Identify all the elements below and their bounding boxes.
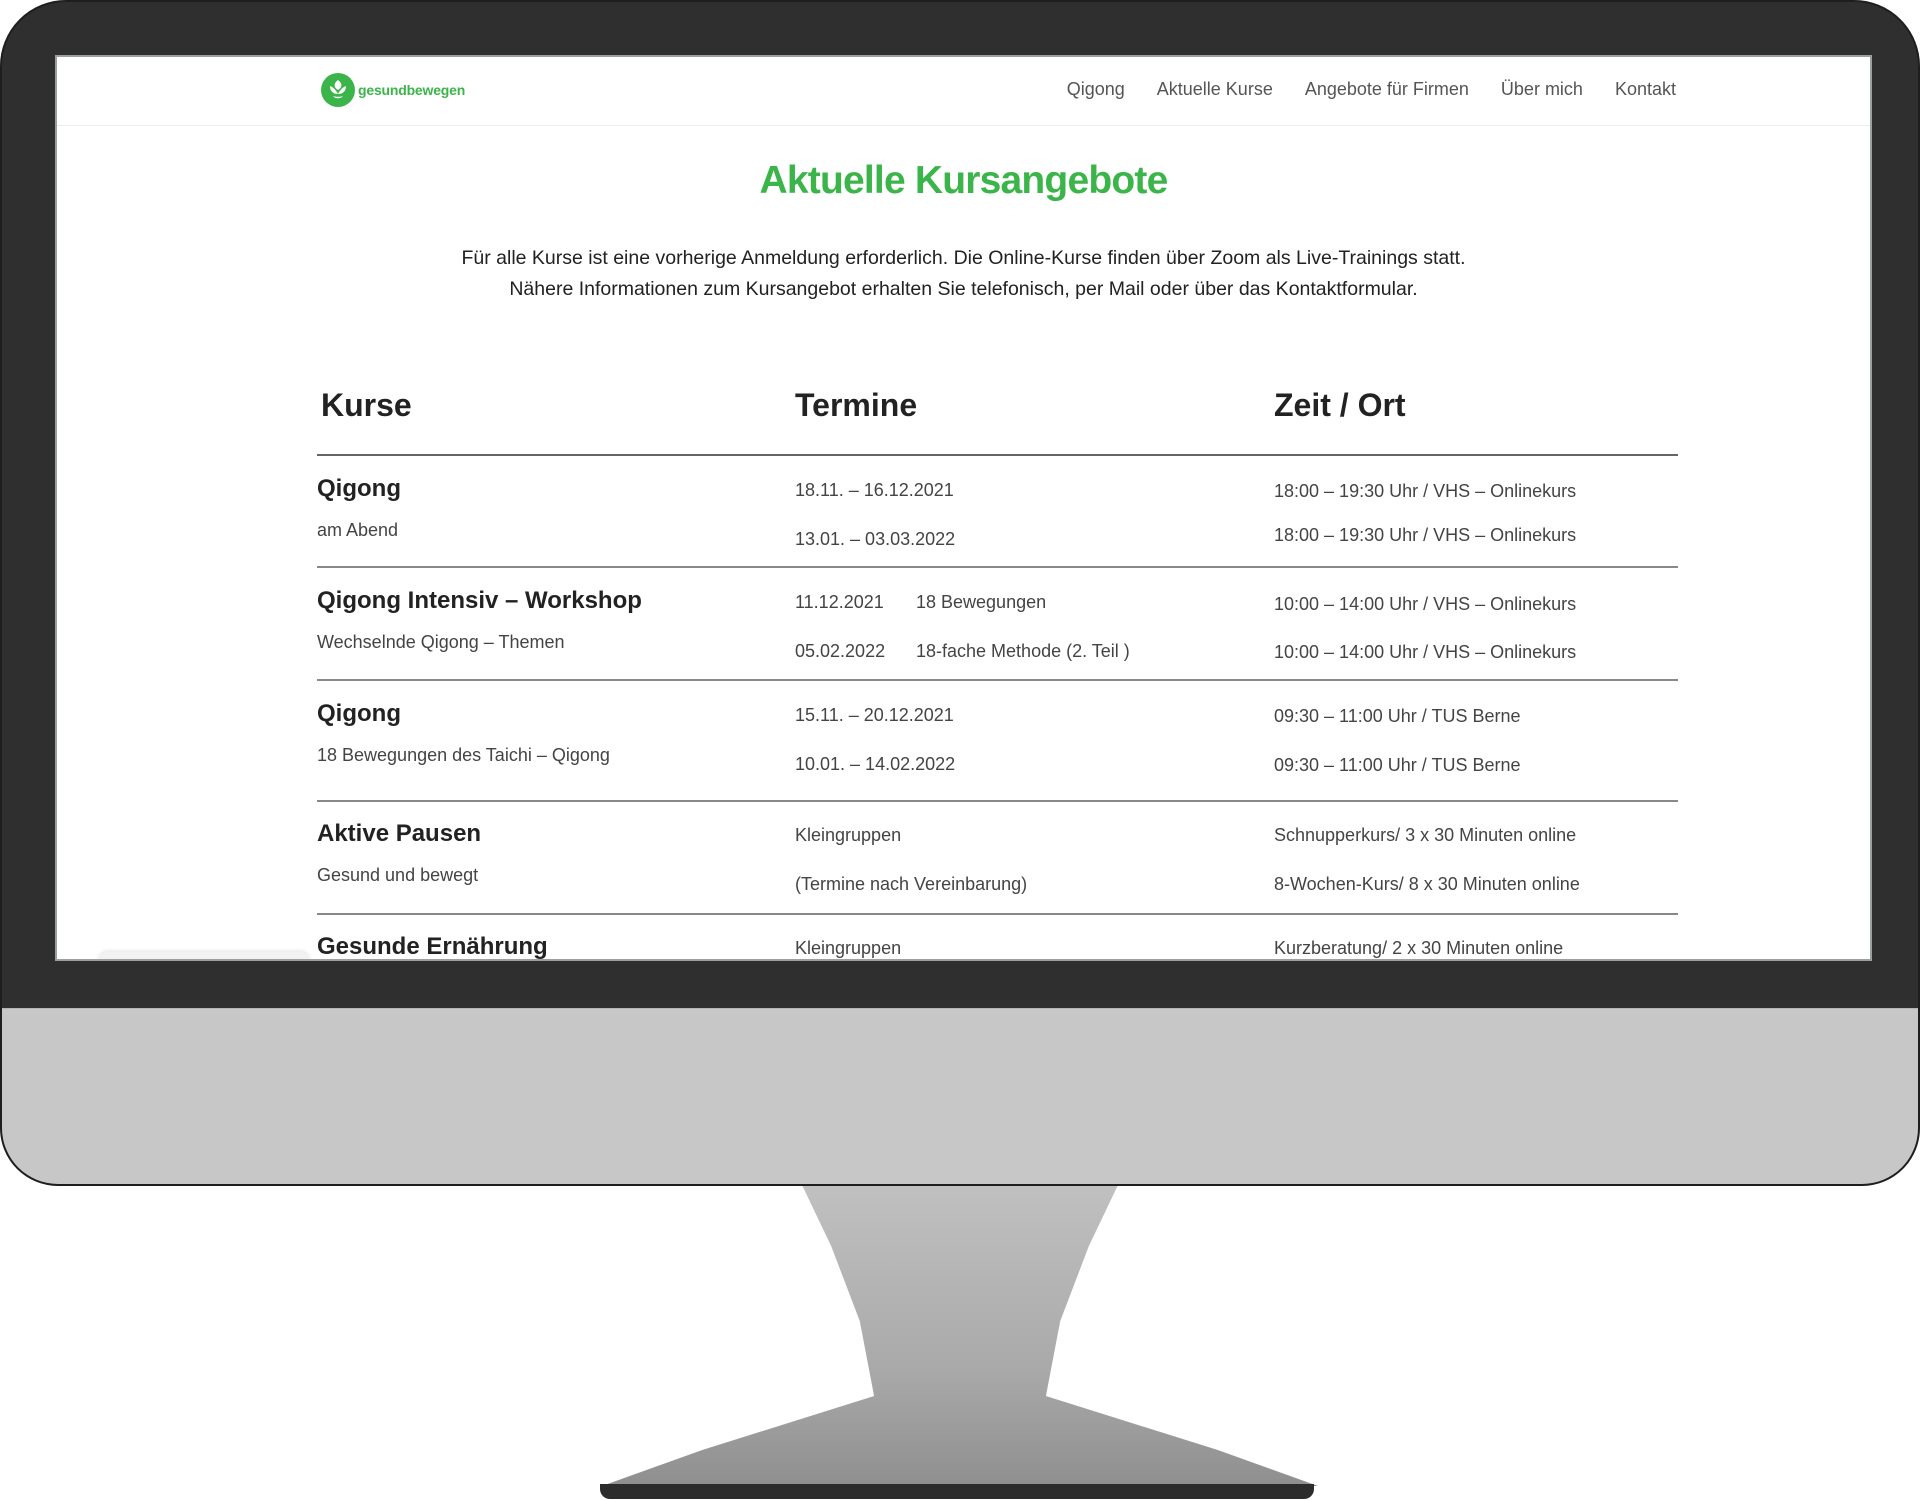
course-date: 18.11. – 16.12.2021 (795, 480, 954, 500)
nav-aktuelle-kurse[interactable]: Aktuelle Kurse (1157, 79, 1273, 100)
site-header: gesundbewegen Qigong Aktuelle Kurse Ange… (57, 57, 1870, 126)
main-nav: Qigong Aktuelle Kurse Angebote für Firme… (1067, 79, 1676, 100)
logo-text: gesundbewegen (358, 82, 466, 98)
course-title: Gesunde Ernährung (317, 933, 548, 960)
course-date: (Termine nach Vereinbarung) (795, 874, 1028, 894)
header-termine: Termine (795, 387, 918, 423)
course-title: Qigong Intensiv – Workshop (317, 587, 642, 614)
row-divider (317, 800, 1678, 802)
course-time: 8-Wochen-Kurs/ 8 x 30 Minuten online (1274, 874, 1580, 894)
row-divider (317, 679, 1678, 681)
header-kurse: Kurse (321, 387, 412, 423)
course-subtitle: am Abend (317, 520, 399, 540)
course-date: Kleingruppen (795, 825, 902, 845)
course-time: 09:30 – 11:00 Uhr / TUS Berne (1274, 755, 1521, 775)
course-date: 11.12.2021 (795, 592, 884, 612)
course-time: 10:00 – 14:00 Uhr / VHS – Onlinekurs (1274, 642, 1577, 662)
course-time: Kurzberatung/ 2 x 30 Minuten online (1274, 938, 1564, 958)
header-divider (317, 454, 1678, 456)
course-note: 18-fache Methode (2. Teil ) (916, 641, 1130, 661)
intro-text: Für alle Kurse ist eine vorherige Anmeld… (57, 243, 1870, 305)
monitor-stand (602, 1186, 1318, 1486)
intro-line-1: Für alle Kurse ist eine vorherige Anmeld… (461, 247, 1466, 269)
course-title: Qigong (317, 700, 401, 727)
course-time: 10:00 – 14:00 Uhr / VHS – Onlinekurs (1274, 594, 1577, 614)
nav-qigong[interactable]: Qigong (1067, 79, 1125, 100)
course-subtitle: Gesund und bewegt (317, 865, 479, 885)
course-note: 18 Bewegungen (916, 592, 1047, 612)
course-date: 15.11. – 20.12.2021 (795, 705, 954, 725)
course-date: 10.01. – 14.02.2022 (795, 754, 956, 774)
site-logo[interactable]: gesundbewegen (321, 73, 465, 107)
monitor-stand-base (600, 1484, 1314, 1499)
course-time: Schnupperkurs/ 3 x 30 Minuten online (1274, 825, 1577, 845)
row-divider (317, 913, 1678, 915)
nav-kontakt[interactable]: Kontakt (1615, 79, 1676, 100)
course-subtitle: 18 Bewegungen des Taichi – Qigong (317, 745, 610, 765)
nav-ueber-mich[interactable]: Über mich (1501, 79, 1583, 100)
course-time: 18:00 – 19:30 Uhr / VHS – Onlinekurs (1274, 525, 1577, 545)
course-subtitle: Wechselnde Qigong – Themen (317, 632, 565, 652)
intro-line-2: Nähere Informationen zum Kursangebot erh… (509, 278, 1418, 300)
course-time: 18:00 – 19:30 Uhr / VHS – Onlinekurs (1274, 481, 1577, 501)
row-divider (317, 566, 1678, 568)
course-title: Qigong (317, 475, 401, 502)
course-time: 09:30 – 11:00 Uhr / TUS Berne (1274, 706, 1521, 726)
monitor-chin (2, 1008, 1918, 1184)
lotus-icon (321, 73, 355, 107)
course-date: 05.02.2022 (795, 641, 886, 661)
page-title: Aktuelle Kursangebote (759, 159, 1169, 202)
course-date: 13.01. – 03.03.2022 (795, 529, 956, 549)
course-title: Aktive Pausen (317, 820, 482, 847)
course-date: Kleingruppen (795, 938, 902, 958)
cookie-settings-tab[interactable] (99, 952, 309, 959)
header-zeit-ort: Zeit / Ort (1274, 387, 1406, 423)
nav-angebote-firmen[interactable]: Angebote für Firmen (1305, 79, 1469, 100)
monitor-bezel: gesundbewegen Qigong Aktuelle Kurse Ange… (0, 0, 1920, 1186)
browser-screen: gesundbewegen Qigong Aktuelle Kurse Ange… (55, 55, 1872, 961)
